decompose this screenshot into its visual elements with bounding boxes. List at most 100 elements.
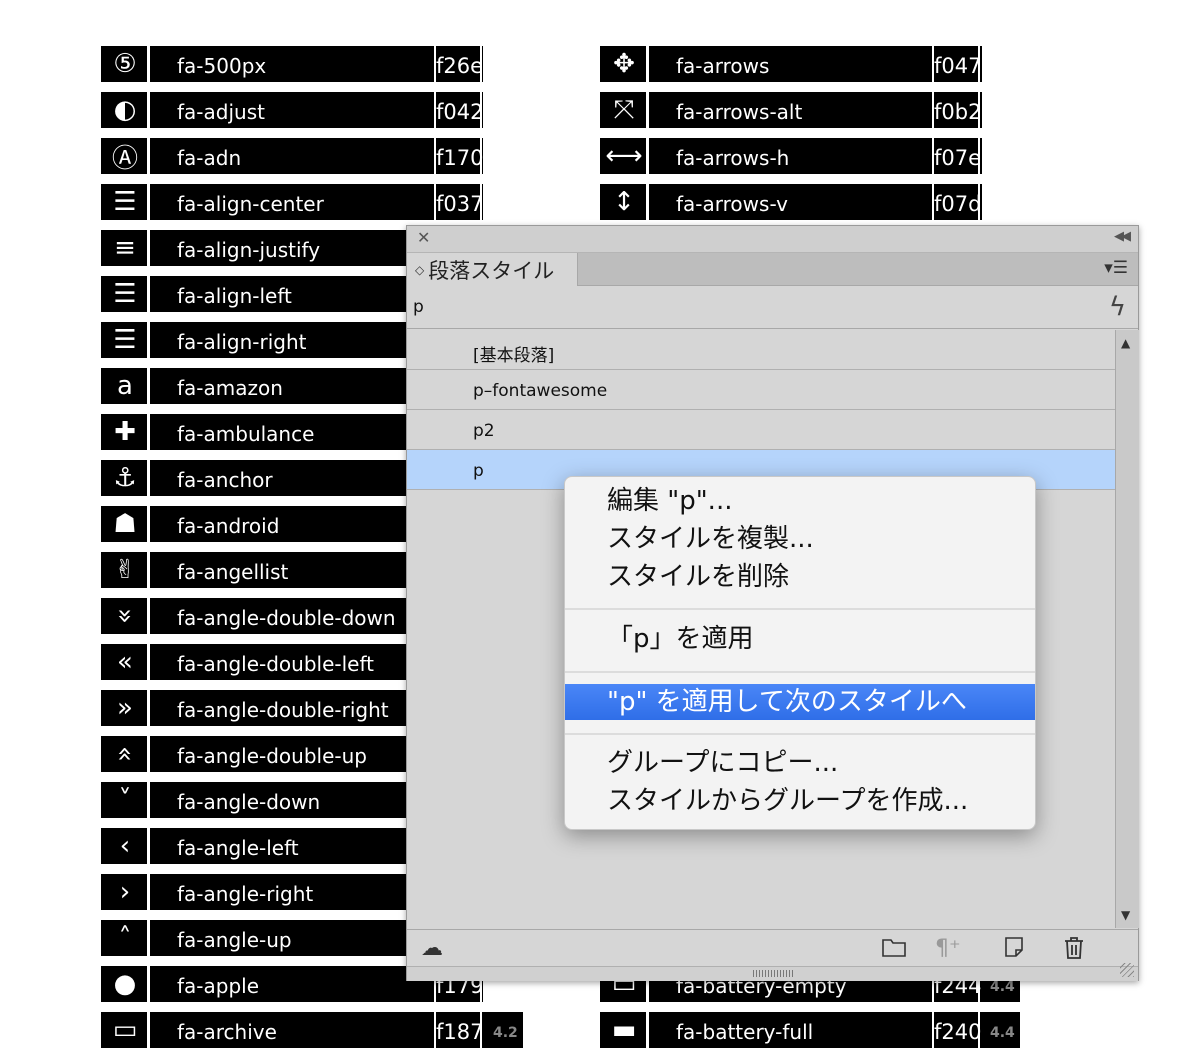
- list-scrollbar[interactable]: ▲ ▼: [1115, 330, 1139, 928]
- icon-name: fa-align-center: [177, 192, 324, 216]
- apply-style-item[interactable]: 「p」を適用: [565, 621, 1035, 657]
- apply-then-next-item[interactable]: "p" を適用して次のスタイルへ: [565, 684, 1035, 720]
- style-list-item[interactable]: [基本段落]: [407, 330, 1115, 370]
- cell-divider: [147, 368, 150, 404]
- scroll-down-icon[interactable]: ▼: [1121, 908, 1130, 922]
- edit-style-item[interactable]: 編集 "p"...: [565, 483, 1035, 519]
- icon-name: fa-android: [177, 514, 280, 538]
- menu-item-label: スタイルを削除: [607, 562, 790, 592]
- style-list-item[interactable]: p–fontawesome: [407, 370, 1115, 410]
- cell-divider: [147, 506, 150, 542]
- archive-icon: ▭: [112, 1015, 138, 1045]
- cell-divider: [147, 690, 150, 726]
- new-group-folder-icon[interactable]: [881, 936, 907, 964]
- style-search-input[interactable]: [413, 296, 1013, 318]
- icon-name: fa-angle-down: [177, 790, 321, 814]
- trash-icon[interactable]: [1063, 936, 1085, 966]
- icon-name: fa-angle-left: [177, 836, 299, 860]
- search-row: ϟ: [407, 286, 1138, 329]
- cell-divider: [480, 1012, 482, 1048]
- adn-icon: Ⓐ: [111, 143, 138, 174]
- cell-divider: [646, 1012, 649, 1048]
- icon-table-row: ▭ fa-archive f187 4.2: [101, 1012, 523, 1048]
- battery-full-icon: ▬: [611, 1015, 637, 1045]
- menu-item-label: 「p」を適用: [607, 624, 754, 654]
- angle-up-icon: ˄: [118, 923, 132, 953]
- resize-grip-icon[interactable]: [753, 970, 793, 977]
- icon-name: fa-ambulance: [177, 422, 315, 446]
- delete-style-item[interactable]: スタイルを削除: [565, 559, 1035, 595]
- new-style-icon[interactable]: [1003, 936, 1025, 964]
- icon-name: fa-angellist: [177, 560, 289, 584]
- cell-divider: [646, 46, 649, 82]
- cell-divider: [147, 874, 150, 910]
- icon-name: fa-archive: [177, 1020, 277, 1044]
- new-group-from-styles-item[interactable]: スタイルからグループを作成...: [565, 783, 1035, 819]
- resize-corner-icon[interactable]: [1120, 963, 1134, 977]
- cell-divider: [978, 1012, 980, 1048]
- menu-item-label: スタイルを複製...: [607, 524, 814, 554]
- cell-divider: [480, 92, 482, 128]
- angle-down-icon: ˅: [118, 785, 132, 815]
- icon-unicode: f037: [436, 192, 484, 216]
- icon-name: fa-align-right: [177, 330, 307, 354]
- cloud-library-icon[interactable]: ☁: [421, 936, 443, 961]
- angle-right-icon: ›: [119, 877, 131, 907]
- close-icon[interactable]: ✕: [417, 228, 430, 247]
- cell-divider: [147, 782, 150, 818]
- quick-apply-icon[interactable]: ϟ: [1109, 292, 1126, 322]
- adjust-icon: ◐: [113, 95, 137, 125]
- cell-divider: [147, 552, 150, 588]
- cell-divider: [646, 92, 649, 128]
- panel-titlebar[interactable]: ✕ ◀◀: [407, 226, 1138, 253]
- icon-unicode: f0b2: [934, 100, 982, 124]
- icon-unicode: f042: [436, 100, 484, 124]
- align-left-icon: ☰: [113, 279, 137, 309]
- icon-name: fa-angle-double-up: [177, 744, 367, 768]
- icon-name: fa-500px: [177, 54, 267, 78]
- menu-item-label: "p" を適用して次のスタイルへ: [607, 687, 967, 717]
- icon-table-row: ⟷ fa-arrows-h f07e: [600, 138, 982, 174]
- align-justify-icon: ≡: [114, 233, 136, 263]
- icon-name: fa-arrows: [676, 54, 770, 78]
- menu-item-label: グループにコピー...: [607, 748, 839, 778]
- icon-unicode: f240: [934, 1020, 982, 1044]
- scroll-up-icon[interactable]: ▲: [1121, 336, 1130, 350]
- align-center-icon: ☰: [113, 187, 137, 217]
- arrows-h-icon: ⟷: [605, 141, 643, 171]
- icon-name: fa-anchor: [177, 468, 273, 492]
- style-list-item[interactable]: p2: [407, 410, 1115, 450]
- icon-name: fa-angle-up: [177, 928, 292, 952]
- tab-paragraph-styles[interactable]: ◇ 段落スタイル: [407, 253, 578, 286]
- cell-divider: [646, 184, 649, 220]
- collapse-icon[interactable]: ◀◀: [1114, 229, 1131, 244]
- menu-item-label: 編集 "p"...: [607, 486, 733, 516]
- panel-menu-icon[interactable]: ▾☰: [1104, 258, 1128, 278]
- icon-table-row: ⑤ fa-500px f26e: [101, 46, 483, 82]
- panel-resize-strip[interactable]: [407, 963, 1138, 981]
- angle-left-icon: ‹: [119, 831, 131, 861]
- cell-divider: [147, 644, 150, 680]
- icon-table-row: Ⓐfa-adn f170: [101, 138, 483, 174]
- angle-double-down-icon: »: [110, 608, 140, 624]
- arrows-v-icon: ↕: [613, 187, 635, 217]
- 500px-icon: ⑤: [113, 49, 137, 79]
- style-name: [基本段落]: [473, 346, 555, 366]
- menu-separator: [565, 733, 1035, 735]
- cell-divider: [147, 92, 150, 128]
- icon-name: fa-angle-right: [177, 882, 314, 906]
- duplicate-style-item[interactable]: スタイルを複製...: [565, 521, 1035, 557]
- clear-overrides-icon[interactable]: ¶⁺: [935, 936, 961, 961]
- copy-to-group-item[interactable]: グループにコピー...: [565, 745, 1035, 781]
- cell-divider: [480, 138, 482, 174]
- icon-name: fa-align-left: [177, 284, 292, 308]
- ambulance-icon: ✚: [114, 417, 136, 447]
- cell-divider: [147, 598, 150, 634]
- icon-name: fa-apple: [177, 974, 260, 998]
- menu-separator: [565, 671, 1035, 673]
- icon-table-row: ◐ fa-adjust f042: [101, 92, 483, 128]
- menu-separator: [565, 608, 1035, 610]
- icon-name: fa-battery-full: [676, 1020, 814, 1044]
- icon-unicode: f07e: [934, 146, 982, 170]
- icon-name: fa-adn: [177, 146, 242, 170]
